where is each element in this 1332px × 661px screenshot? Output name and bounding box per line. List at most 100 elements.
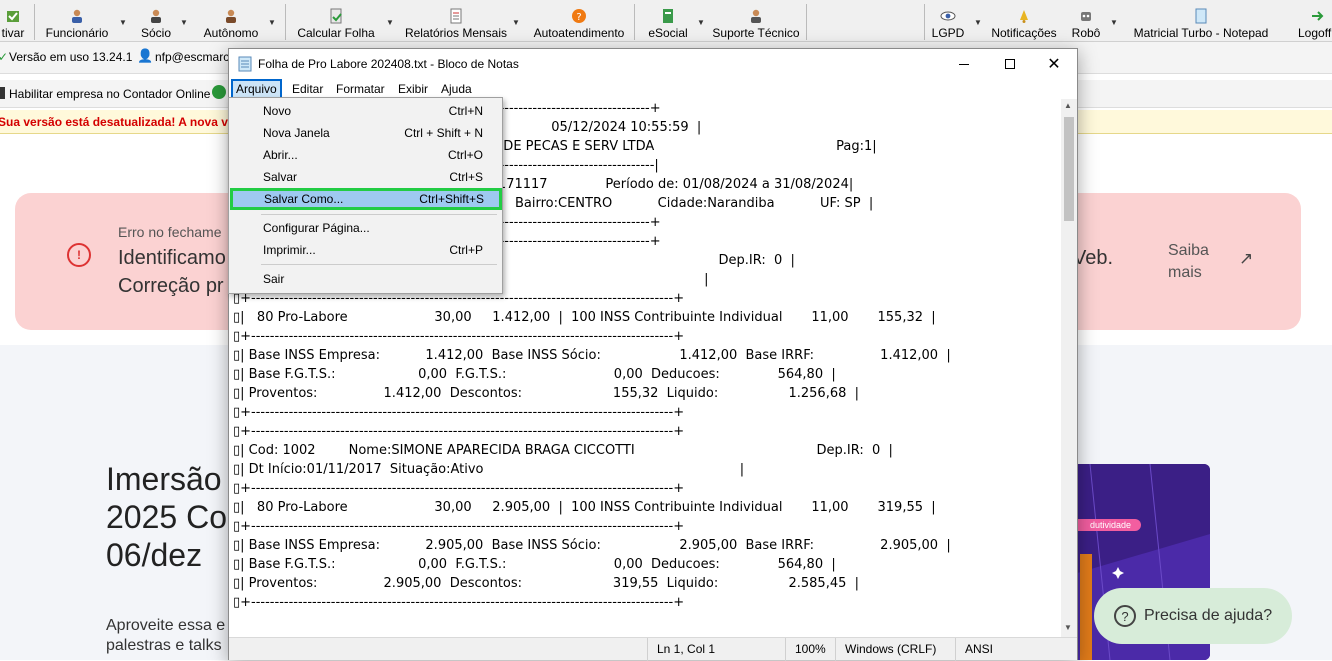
close-button[interactable]: ✕ [1031,49,1077,79]
toolbar-separator [634,4,635,40]
promo-title-1: Imersão [106,461,222,497]
chevron-down-icon[interactable]: ▼ [119,18,127,27]
chevron-down-icon[interactable]: ▼ [180,18,188,27]
toolbar-logoff-button[interactable]: Logoff [1292,0,1332,42]
text-line: ▯+--------------------------------------… [233,405,685,420]
notepad-menubar: Arquivo Editar Formatar Exibir Ajuda [229,79,1077,99]
menu-item-salvar[interactable]: Salvar Ctrl+S [231,166,501,188]
outdated-warning[interactable]: Sua versão está desatualizada! A nova ve… [0,115,253,129]
toolbar-partner-button[interactable]: Sócio [136,0,176,42]
file-menu-dropdown: Novo Ctrl+N Nova Janela Ctrl + Shift + N… [228,97,503,294]
menu-ajuda[interactable]: Ajuda [438,80,475,98]
menu-item-nova-janela[interactable]: Nova Janela Ctrl + Shift + N [231,122,501,144]
menu-item-salvar-como[interactable]: Salvar Como... Ctrl+Shift+S [230,188,502,210]
text-line: ▯+--------------------------------------… [233,481,685,496]
question-icon: ? [1114,605,1136,627]
menu-item-novo[interactable]: Novo Ctrl+N [231,100,501,122]
toolbar-separator [34,4,35,40]
toolbar-lgpd-button[interactable]: LGPD [930,0,966,42]
learn-more-link[interactable]: Saiba mais [1168,240,1218,284]
status-line-ending: Windows (CRLF) [845,642,937,656]
menu-item-abrir[interactable]: Abrir... Ctrl+O [231,144,501,166]
maximize-icon [1005,59,1015,69]
enable-online-link[interactable]: Habilitar empresa no Contador Online [9,87,210,101]
toolbar-employee-button[interactable]: Funcionário [42,0,112,42]
check-icon: ✓ [0,50,9,64]
status-position: Ln 1, Col 1 [657,642,716,656]
scrollbar-thumb[interactable] [1064,117,1074,221]
toolbar-calculate-payroll-button[interactable]: Calcular Folha [294,0,378,42]
window-title: Folha de Pro Labore 202408.txt - Bloco d… [258,57,519,71]
status-zoom: 100% [795,642,826,656]
chevron-down-icon[interactable]: ▼ [386,18,394,27]
text-line: ▯| Proventos: 2.905,00 Descontos: 319,55… [233,576,860,591]
chevron-down-icon[interactable]: ▼ [268,18,276,27]
menu-separator [261,264,497,265]
text-line: ▯+--------------------------------------… [233,329,685,344]
building-icon [0,87,5,99]
self-service-icon: ? [572,9,586,23]
status-separator [835,638,836,661]
chevron-down-icon[interactable]: ▼ [697,18,705,27]
menu-item-sair[interactable]: Sair [231,268,501,290]
help-chat-button[interactable]: ? Precisa de ajuda? [1094,588,1292,644]
toolbar-tech-support-button[interactable]: Suporte Técnico [712,0,800,42]
close-icon: ✕ [1047,56,1061,73]
menu-exibir[interactable]: Exibir [395,80,431,98]
online-status-icon [212,85,226,99]
text-line: ▯| Base INSS Empresa: 1.412,00 Base INSS… [233,348,951,363]
promo-badge: dutividade [1070,519,1142,531]
text-line: ▯+--------------------------------------… [233,519,685,534]
notepad-titlebar[interactable]: Folha de Pro Labore 202408.txt - Bloco d… [229,49,1077,79]
lgpd-eye-icon [940,11,956,21]
chevron-down-icon[interactable]: ▼ [974,18,982,27]
toolbar-esocial-button[interactable]: eSocial [645,0,691,42]
promo-title-3: 06/dez [106,537,203,573]
minimize-button[interactable] [941,49,987,79]
notepad-icon [1195,8,1207,24]
employee-icon [72,9,82,23]
maximize-button[interactable] [987,49,1033,79]
text-line: ▯| 80 Pro-Labore 30,00 2.905,00 | 100 IN… [233,500,936,515]
vertical-scrollbar[interactable]: ▲ ▼ [1061,99,1077,637]
calculate-payroll-icon [330,8,342,24]
toolbar-separator [924,4,925,40]
menu-editar[interactable]: Editar [289,80,326,98]
toolbar-notifications-button[interactable]: Notificações [990,0,1058,42]
svg-text:?: ? [576,12,581,23]
chevron-down-icon[interactable]: ▼ [1110,18,1118,27]
toolbar-matricial-turbo-button[interactable]: Matricial Turbo - Notepad [1128,0,1274,42]
esocial-icon [663,9,673,23]
status-separator [955,638,956,661]
error-line-1: Identificamo [118,247,226,269]
notepad-icon [238,56,252,72]
notifications-bell-icon [1020,10,1028,23]
toolbar-self-service-button[interactable]: ? Autoatendimento [530,0,628,42]
text-line: ▯| Dt Início:01/11/2017 Situação:Ativo | [233,462,745,477]
logoff-icon [1312,11,1324,21]
error-line-2: Correção pr [118,275,224,297]
error-title: Erro no fechame [118,224,222,240]
toolbar-robot-button[interactable]: Robô [1068,0,1104,42]
menu-arquivo[interactable]: Arquivo [231,79,282,99]
promo-text-1: Aproveite essa e [106,617,226,634]
minimize-icon [959,63,969,65]
text-line: ▯+--------------------------------------… [233,424,685,439]
toolbar-freelancer-button[interactable]: Autônomo [198,0,264,42]
scroll-down-icon[interactable]: ▼ [1064,623,1072,632]
scroll-up-icon[interactable]: ▲ [1064,101,1072,110]
toolbar-monthly-reports-button[interactable]: Relatórios Mensais [404,0,508,42]
menu-formatar[interactable]: Formatar [333,80,388,98]
tech-support-icon [751,9,761,23]
toolbar-activate-button[interactable]: tivar [0,0,28,42]
text-line: ▯| Cod: 1002 Nome:SIMONE APARECIDA BRAGA… [233,443,893,458]
menu-item-configurar-pagina[interactable]: Configurar Página... [231,217,501,239]
text-line: ▯| Base F.G.T.S.: 0,00 F.G.T.S.: 0,00 De… [233,367,836,382]
chevron-down-icon[interactable]: ▼ [512,18,520,27]
toolbar-separator [285,4,286,40]
text-line: ▯| Proventos: 1.412,00 Descontos: 155,32… [233,386,860,401]
menu-item-imprimir[interactable]: Imprimir... Ctrl+P [231,239,501,261]
error-line-1-end: Veb. [1073,247,1114,269]
promo-title-2: 2025 Co [106,499,227,535]
notepad-statusbar: Ln 1, Col 1 100% Windows (CRLF) ANSI [229,637,1077,661]
